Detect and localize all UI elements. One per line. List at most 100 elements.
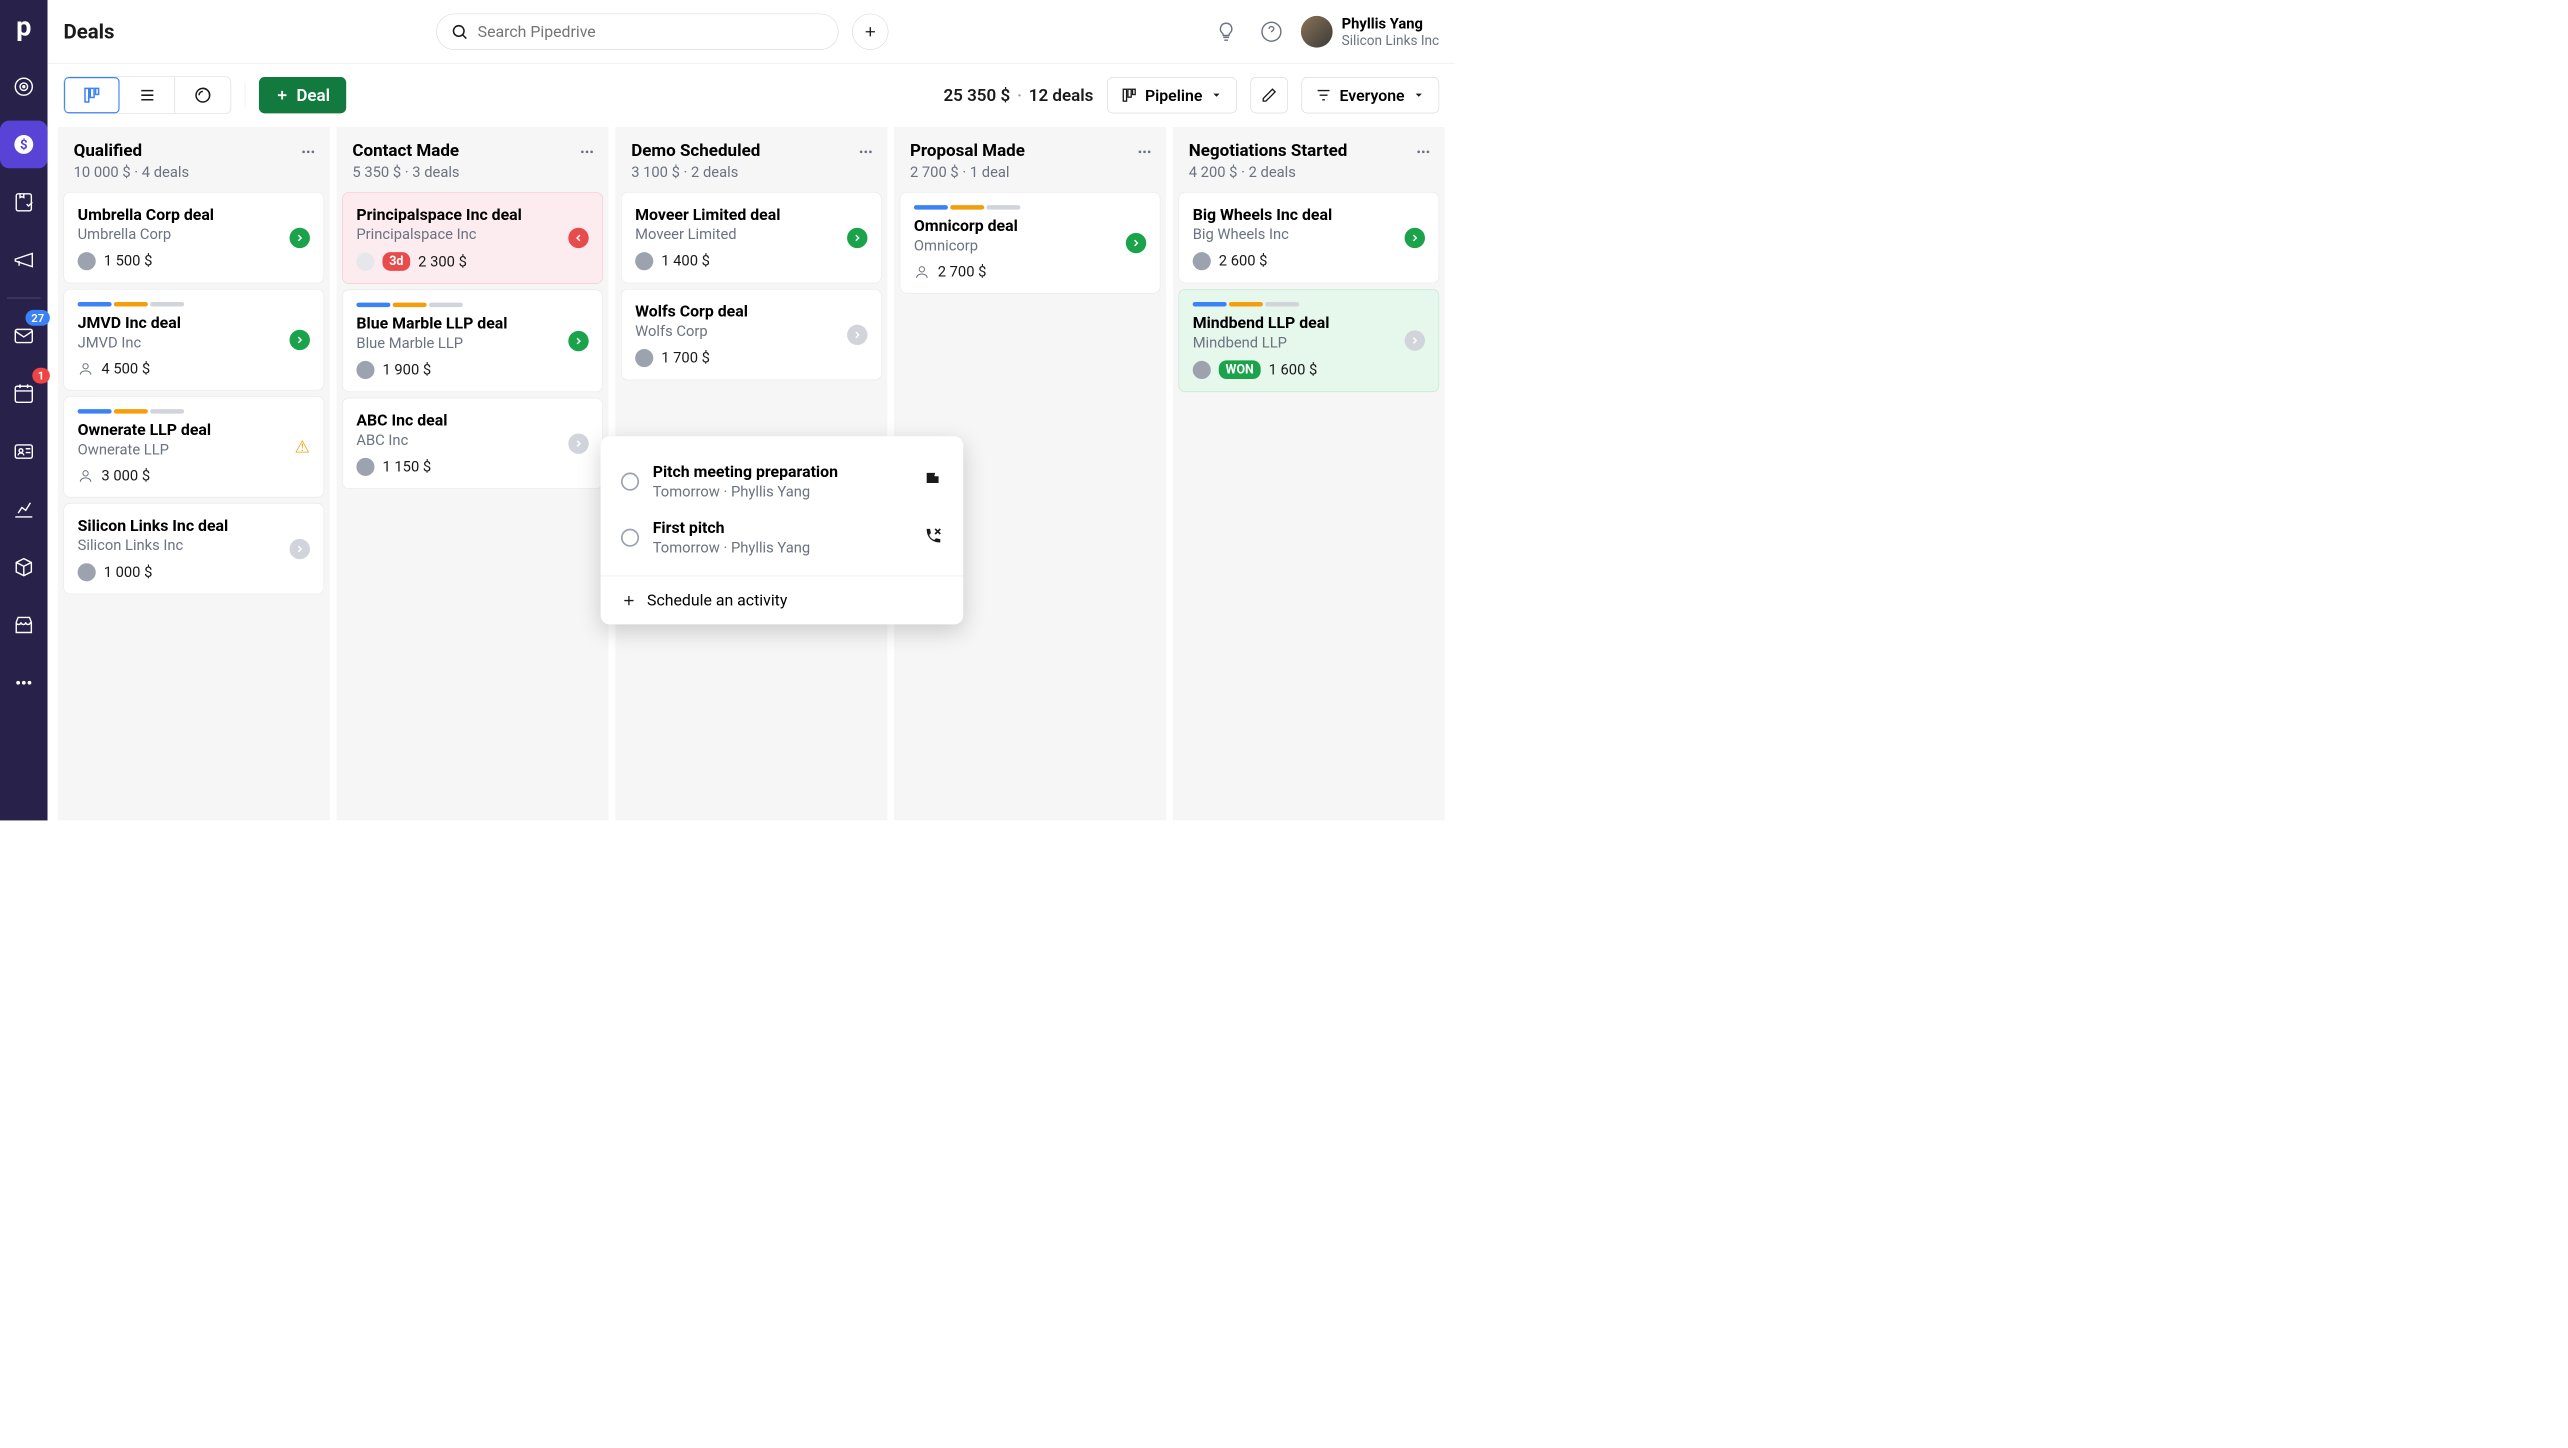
- forecast-icon: [194, 86, 212, 104]
- deal-title: Omnicorp deal: [914, 216, 1146, 235]
- deal-org: Silicon Links Inc: [78, 537, 310, 554]
- person-icon: [914, 264, 930, 280]
- kanban-view-button[interactable]: [64, 77, 120, 113]
- plus-icon: [862, 24, 878, 40]
- pipeline-icon: [1121, 87, 1137, 103]
- stage-progress: [914, 205, 1146, 210]
- nav-divider: [7, 297, 41, 298]
- deal-next-action[interactable]: [847, 324, 867, 344]
- deal-title: Silicon Links Inc deal: [78, 516, 310, 535]
- deal-next-action[interactable]: [1405, 330, 1425, 350]
- search-icon: [450, 22, 468, 40]
- stage-title: Negotiations Started: [1189, 141, 1429, 161]
- filter-label: Everyone: [1339, 86, 1404, 105]
- view-toggle: [63, 76, 231, 113]
- assistant-button[interactable]: [1210, 16, 1242, 48]
- nav-insights[interactable]: [0, 486, 48, 534]
- flag-icon: [922, 470, 942, 490]
- deal-org: Mindbend LLP: [1193, 334, 1425, 351]
- deal-next-action[interactable]: [1405, 227, 1425, 247]
- nav-marketplace[interactable]: [0, 601, 48, 649]
- stage-menu-button[interactable]: [858, 144, 874, 162]
- activities-popover: Pitch meeting preparation Tomorrow · Phy…: [601, 436, 964, 624]
- edit-pipeline-button[interactable]: [1251, 77, 1288, 113]
- stage-menu-button[interactable]: [579, 144, 595, 162]
- deal-next-action[interactable]: [568, 433, 588, 453]
- owner-avatar: [1193, 252, 1211, 270]
- stage-subtitle: 10 000 $ · 4 deals: [74, 164, 314, 181]
- nav-leads[interactable]: [0, 63, 48, 111]
- nav-contacts[interactable]: [0, 428, 48, 476]
- deal-card[interactable]: Principalspace Inc deal Principalspace I…: [342, 192, 603, 284]
- deal-title: Principalspace Inc deal: [356, 205, 588, 224]
- activity-radio[interactable]: [621, 472, 639, 490]
- user-menu[interactable]: Phyllis Yang Silicon Links Inc: [1301, 15, 1439, 48]
- deal-card[interactable]: ABC Inc deal ABC Inc 1 150 $: [342, 398, 603, 489]
- chevron-down-icon: [1210, 89, 1222, 101]
- deal-org: Omnicorp: [914, 237, 1146, 254]
- deal-card[interactable]: Big Wheels Inc deal Big Wheels Inc 2 600…: [1179, 192, 1440, 283]
- list-view-button[interactable]: [120, 77, 176, 113]
- activity-subtitle: Tomorrow · Phyllis Yang: [653, 483, 838, 500]
- deal-amount: 3 000 $: [101, 467, 150, 484]
- search-box[interactable]: [436, 13, 838, 49]
- nav-projects[interactable]: [0, 178, 48, 226]
- nav-products[interactable]: [0, 543, 48, 591]
- deal-next-action[interactable]: [847, 227, 867, 247]
- activity-title: Pitch meeting preparation: [653, 462, 838, 481]
- person-icon: [78, 468, 94, 484]
- deal-title: Blue Marble LLP deal: [356, 314, 588, 333]
- deal-card[interactable]: Ownerate LLP deal Ownerate LLP 3 000 $ ⚠: [63, 396, 324, 497]
- deal-amount: 2 700 $: [938, 263, 987, 280]
- person-icon: [78, 361, 94, 377]
- deal-next-action[interactable]: [290, 539, 310, 559]
- deal-org: Moveer Limited: [635, 226, 867, 243]
- deal-card[interactable]: Mindbend LLP deal Mindbend LLP WON1 600 …: [1179, 289, 1440, 392]
- deal-next-action[interactable]: [290, 227, 310, 247]
- deal-card[interactable]: Moveer Limited deal Moveer Limited 1 400…: [621, 192, 882, 283]
- quick-add-button[interactable]: [852, 13, 888, 49]
- stage-title: Proposal Made: [910, 141, 1150, 161]
- add-deal-button[interactable]: Deal: [259, 77, 346, 113]
- stage-subtitle: 3 100 $ · 2 deals: [631, 164, 871, 181]
- deal-amount: 2 300 $: [418, 253, 467, 270]
- stage-menu-button[interactable]: [1137, 144, 1153, 162]
- add-deal-label: Deal: [296, 85, 330, 105]
- deal-amount: 1 900 $: [382, 361, 431, 378]
- nav-more[interactable]: [0, 659, 48, 707]
- nav-deals[interactable]: $: [0, 121, 48, 169]
- deal-card[interactable]: Omnicorp deal Omnicorp 2 700 $: [900, 192, 1161, 293]
- deal-next-action[interactable]: [568, 331, 588, 351]
- stage-column: Negotiations Started 4 200 $ · 2 deals B…: [1173, 127, 1445, 821]
- schedule-activity-button[interactable]: Schedule an activity: [601, 576, 964, 624]
- filter-selector[interactable]: Everyone: [1302, 77, 1440, 113]
- nav-campaigns[interactable]: [0, 236, 48, 284]
- deal-next-action[interactable]: [568, 228, 588, 248]
- deal-card[interactable]: Wolfs Corp deal Wolfs Corp 1 700 $: [621, 289, 882, 380]
- user-avatar: [1301, 16, 1333, 48]
- help-button[interactable]: [1256, 16, 1288, 48]
- activity-item[interactable]: Pitch meeting preparation Tomorrow · Phy…: [601, 453, 964, 509]
- stage-menu-button[interactable]: [1415, 144, 1431, 162]
- deal-card[interactable]: Blue Marble LLP deal Blue Marble LLP 1 9…: [342, 290, 603, 393]
- activity-item[interactable]: First pitch Tomorrow · Phyllis Yang: [601, 509, 964, 565]
- deal-next-action[interactable]: [1126, 233, 1146, 253]
- owner-avatar: [356, 252, 374, 270]
- deal-org: JMVD Inc: [78, 334, 310, 351]
- nav-activities[interactable]: 1: [0, 370, 48, 418]
- activity-radio[interactable]: [621, 528, 639, 546]
- svg-text:$: $: [20, 138, 28, 153]
- deal-org: Ownerate LLP: [78, 441, 310, 458]
- deal-card[interactable]: Umbrella Corp deal Umbrella Corp 1 500 $: [63, 192, 324, 283]
- nav-mail[interactable]: 27: [0, 312, 48, 360]
- deal-next-action[interactable]: [290, 329, 310, 349]
- deal-card[interactable]: JMVD Inc deal JMVD Inc 4 500 $: [63, 289, 324, 390]
- schedule-label: Schedule an activity: [647, 591, 787, 610]
- stage-menu-button[interactable]: [300, 144, 316, 162]
- search-input[interactable]: [478, 22, 825, 41]
- deal-title: Wolfs Corp deal: [635, 302, 867, 321]
- owner-avatar: [635, 252, 653, 270]
- forecast-view-button[interactable]: [175, 77, 231, 113]
- deal-card[interactable]: Silicon Links Inc deal Silicon Links Inc…: [63, 503, 324, 594]
- pipeline-selector[interactable]: Pipeline: [1107, 77, 1237, 113]
